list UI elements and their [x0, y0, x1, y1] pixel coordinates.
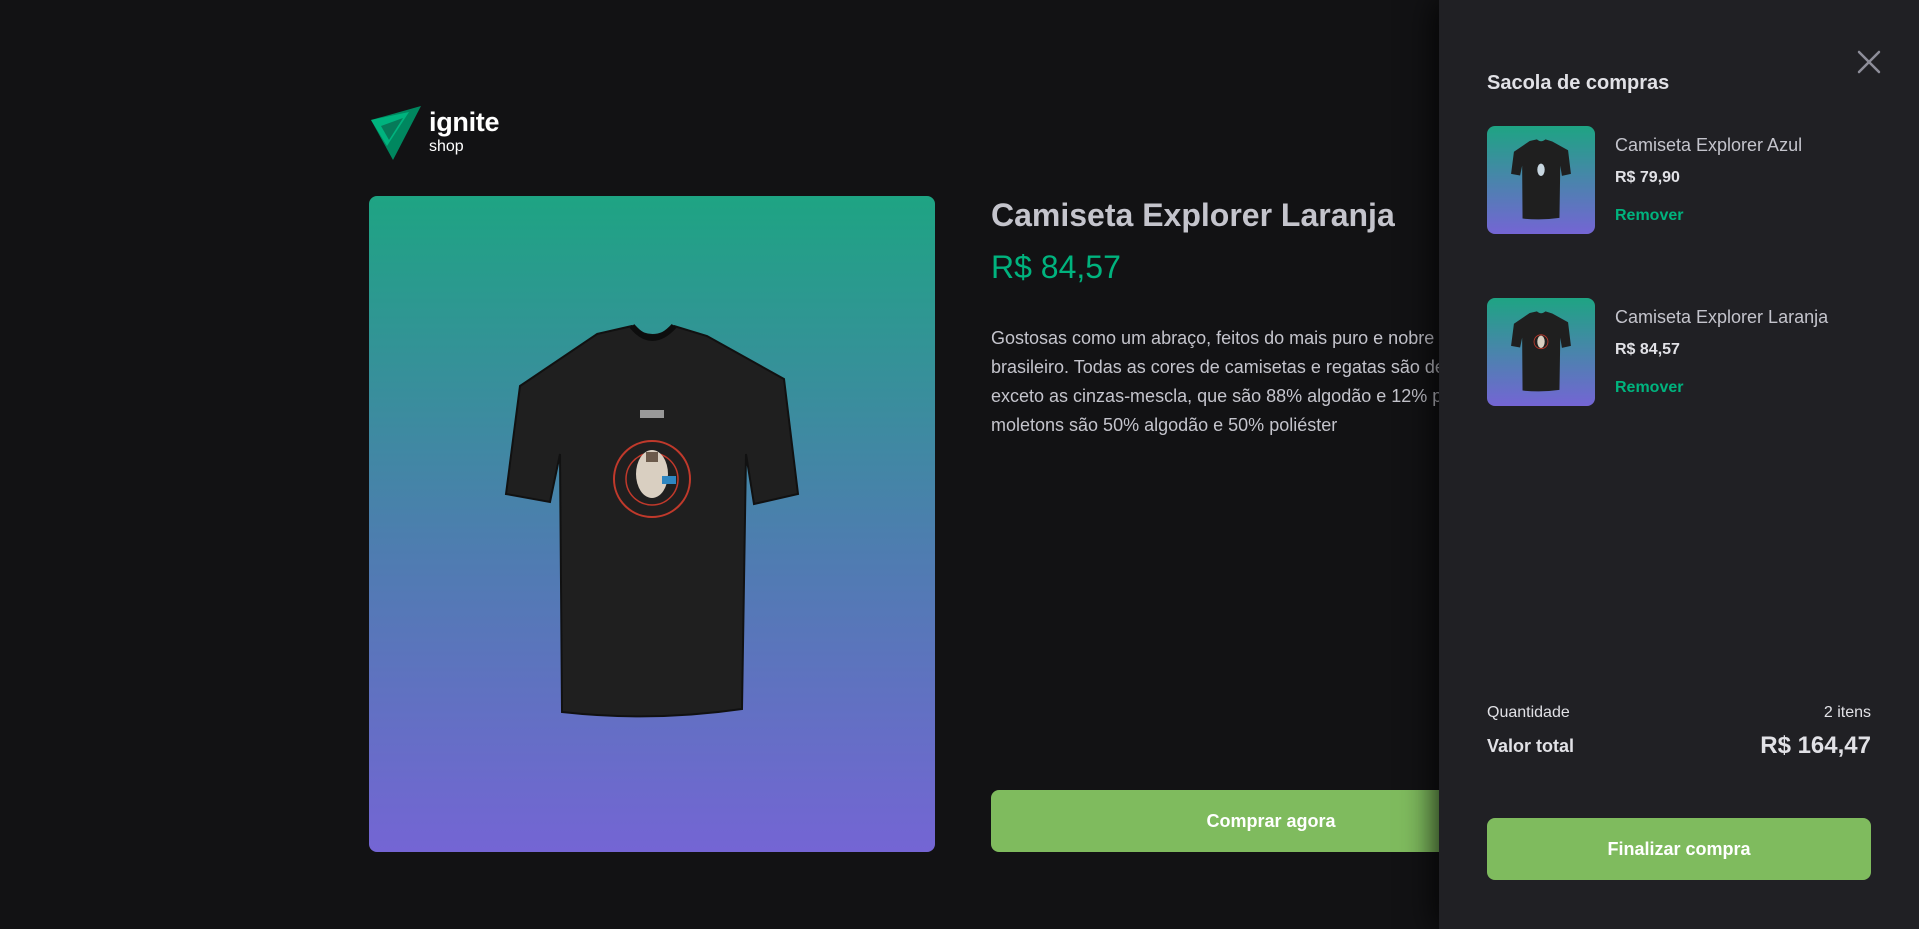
description-line: brasileiro. Todas as cores de camisetas … — [991, 357, 1445, 377]
product-image — [369, 196, 935, 852]
quantity-label: Quantidade — [1487, 704, 1570, 721]
description-line: moletons são 50% algodão e 50% poliéster — [991, 415, 1338, 435]
cart-item: Camiseta Explorer Laranja R$ 84,57 Remov… — [1487, 298, 1871, 406]
brand-subtitle: shop — [429, 138, 464, 155]
cart-item-name: Camiseta Explorer Laranja — [1615, 307, 1829, 327]
remove-item-button[interactable]: Remover — [1615, 206, 1802, 226]
close-button[interactable] — [1855, 48, 1883, 76]
brand-logo[interactable]: ignite shop — [369, 106, 500, 160]
cart-item-thumbnail — [1487, 298, 1595, 406]
description-line: exceto as cinzas-mescla, que são 88% alg… — [991, 386, 1451, 406]
tshirt-icon — [1511, 311, 1571, 392]
product-title: Camiseta Explorer Laranja — [991, 197, 1395, 233]
cart-item-price: R$ 84,57 — [1615, 341, 1680, 358]
description-line: Gostosas como um abraço, feitos do mais … — [991, 328, 1435, 348]
ignite-logo-icon — [371, 106, 421, 160]
cart-item-name: Camiseta Explorer Azul — [1615, 135, 1803, 155]
total-label: Valor total — [1487, 735, 1575, 756]
cart-item-price: R$ 79,90 — [1615, 169, 1680, 186]
product-description: Gostosas como um abraço, feitos do mais … — [991, 324, 1451, 440]
product-details: Camiseta Explorer Laranja R$ 84,57 Gosto… — [991, 196, 1451, 440]
cart-item-thumbnail — [1487, 126, 1595, 234]
tshirt-icon — [504, 324, 800, 718]
total-value: R$ 164,47 — [1760, 732, 1871, 759]
cart-title: Sacola de compras — [1487, 72, 1670, 94]
page: ignite shop Camiseta Explorer Laranja R$… — [0, 0, 1919, 929]
product-price: R$ 84,57 — [991, 249, 1121, 285]
quantity-value: 2 itens — [1823, 704, 1871, 721]
remove-item-button[interactable]: Remover — [1615, 378, 1828, 398]
cart-item: Camiseta Explorer Azul R$ 79,90 Remover — [1487, 126, 1871, 234]
quantity-row: Quantidade 2 itens — [1487, 704, 1871, 722]
tshirt-icon — [1511, 139, 1571, 220]
total-row: Valor total R$ 164,47 — [1487, 732, 1871, 760]
cart-drawer: Sacola de compras Camiseta Explorer Azul… — [1439, 0, 1919, 929]
brand-title: ignite — [429, 107, 500, 137]
close-icon — [1857, 50, 1881, 74]
checkout-button[interactable]: Finalizar compra — [1487, 818, 1871, 880]
